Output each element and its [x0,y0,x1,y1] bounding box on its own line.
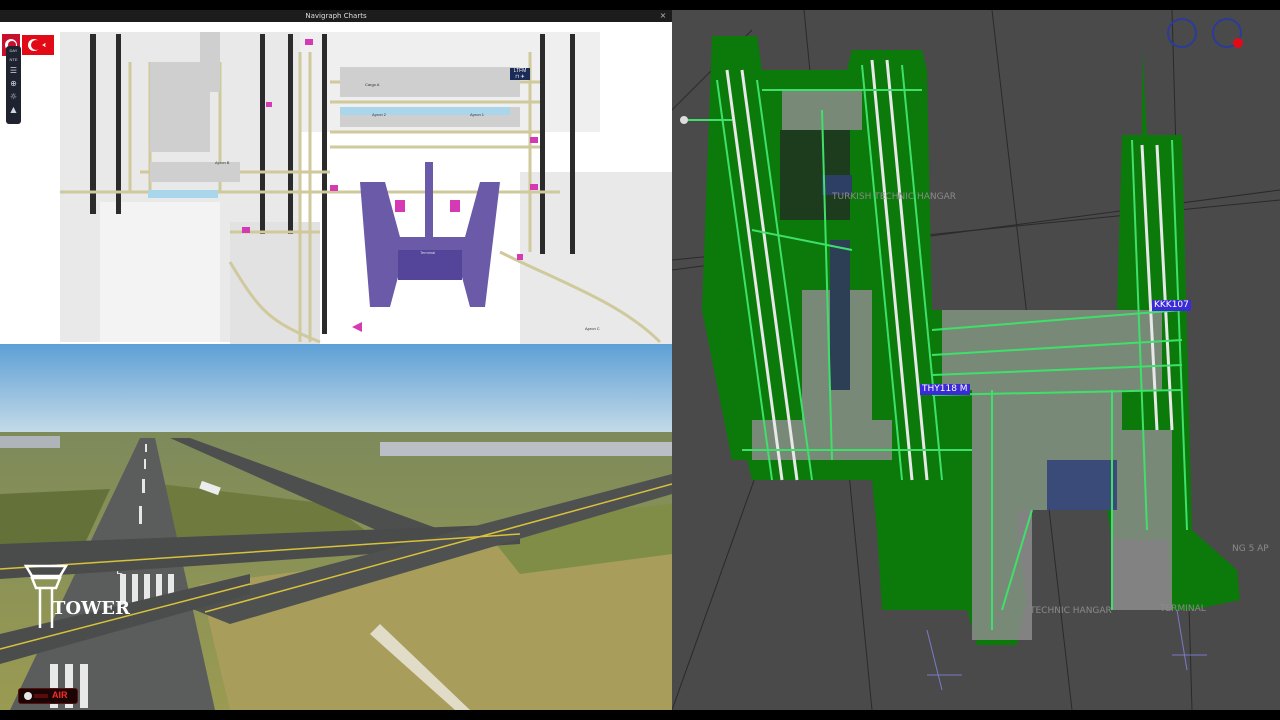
navigraph-charts-window: Navigraph Charts × DAY NTE ☰ ⊕ ☼ ▲ LTFM … [0,10,672,344]
layers-icon[interactable]: ⊕ [6,77,21,90]
menu-icon[interactable]: ☰ [6,64,21,77]
brightness-icon[interactable]: ☼ [6,90,21,103]
chart-toolbar: DAY NTE ☰ ⊕ ☼ ▲ [6,46,21,124]
flight-sim-view: 35 L TOWER AIR [0,344,672,710]
airport-code-badge[interactable]: LTFM ⊓ ✈ [510,68,530,80]
chart-label: Apron 1 [470,112,485,117]
chart-label: Apron C [585,326,600,331]
area-label: TURKISH TECHNIC HANGAR [832,192,957,202]
area-label: NG 5 AP [1232,544,1269,554]
chart-label: Apron B [215,160,230,165]
close-icon[interactable]: × [658,10,668,22]
aircraft-tag[interactable]: KKK107 [1152,300,1191,311]
aircraft-tag[interactable]: THY118 M [920,384,970,395]
record-dot-icon [24,692,32,700]
chart-label: Apron 2 [372,112,387,117]
airport-diagram[interactable] [0,22,672,344]
area-label: TERMINAL [1160,604,1206,614]
chart-label: Terminal [420,250,436,255]
turkish-flag-icon [1233,38,1243,48]
navigation-arrow-icon[interactable]: ▲ [6,103,21,116]
chart-label: Cargo A [365,82,380,87]
on-air-indicator: AIR [18,688,78,704]
signal-bar [34,694,48,698]
aircraft-radar-icon[interactable] [1167,18,1197,48]
toolbar-nte-label[interactable]: NTE [6,55,21,64]
on-air-label: AIR [52,690,68,700]
airport-code-sub: ⊓ ✈ [515,74,525,80]
area-label: TECHNIC HANGAR [1030,606,1112,616]
tower-logo-icon [23,564,69,628]
toolbar-day-label[interactable]: DAY [6,46,21,55]
charts-title-bar: Navigraph Charts × [0,10,672,22]
airport-scenery: 35 L [0,344,672,710]
atc-radar-window[interactable]: THY118 M KKK107 TURKISH TECHNIC HANGAR T… [672,10,1280,710]
tower-logo-text: TOWER [52,598,130,619]
charts-title: Navigraph Charts [305,12,367,20]
